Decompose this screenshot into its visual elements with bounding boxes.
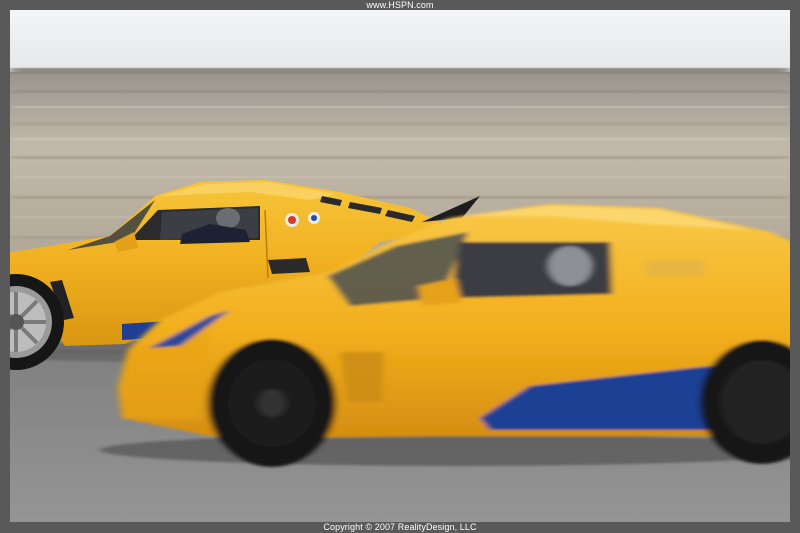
copyright-notice: Copyright © 2007 RealityDesign, LLC [323,522,477,532]
sky [10,10,790,72]
racing-photo [10,10,790,522]
site-watermark: www.HSPN.com [366,0,434,10]
photo-frame: www.HSPN.com Copyright © 2007 RealityDes… [0,0,800,533]
